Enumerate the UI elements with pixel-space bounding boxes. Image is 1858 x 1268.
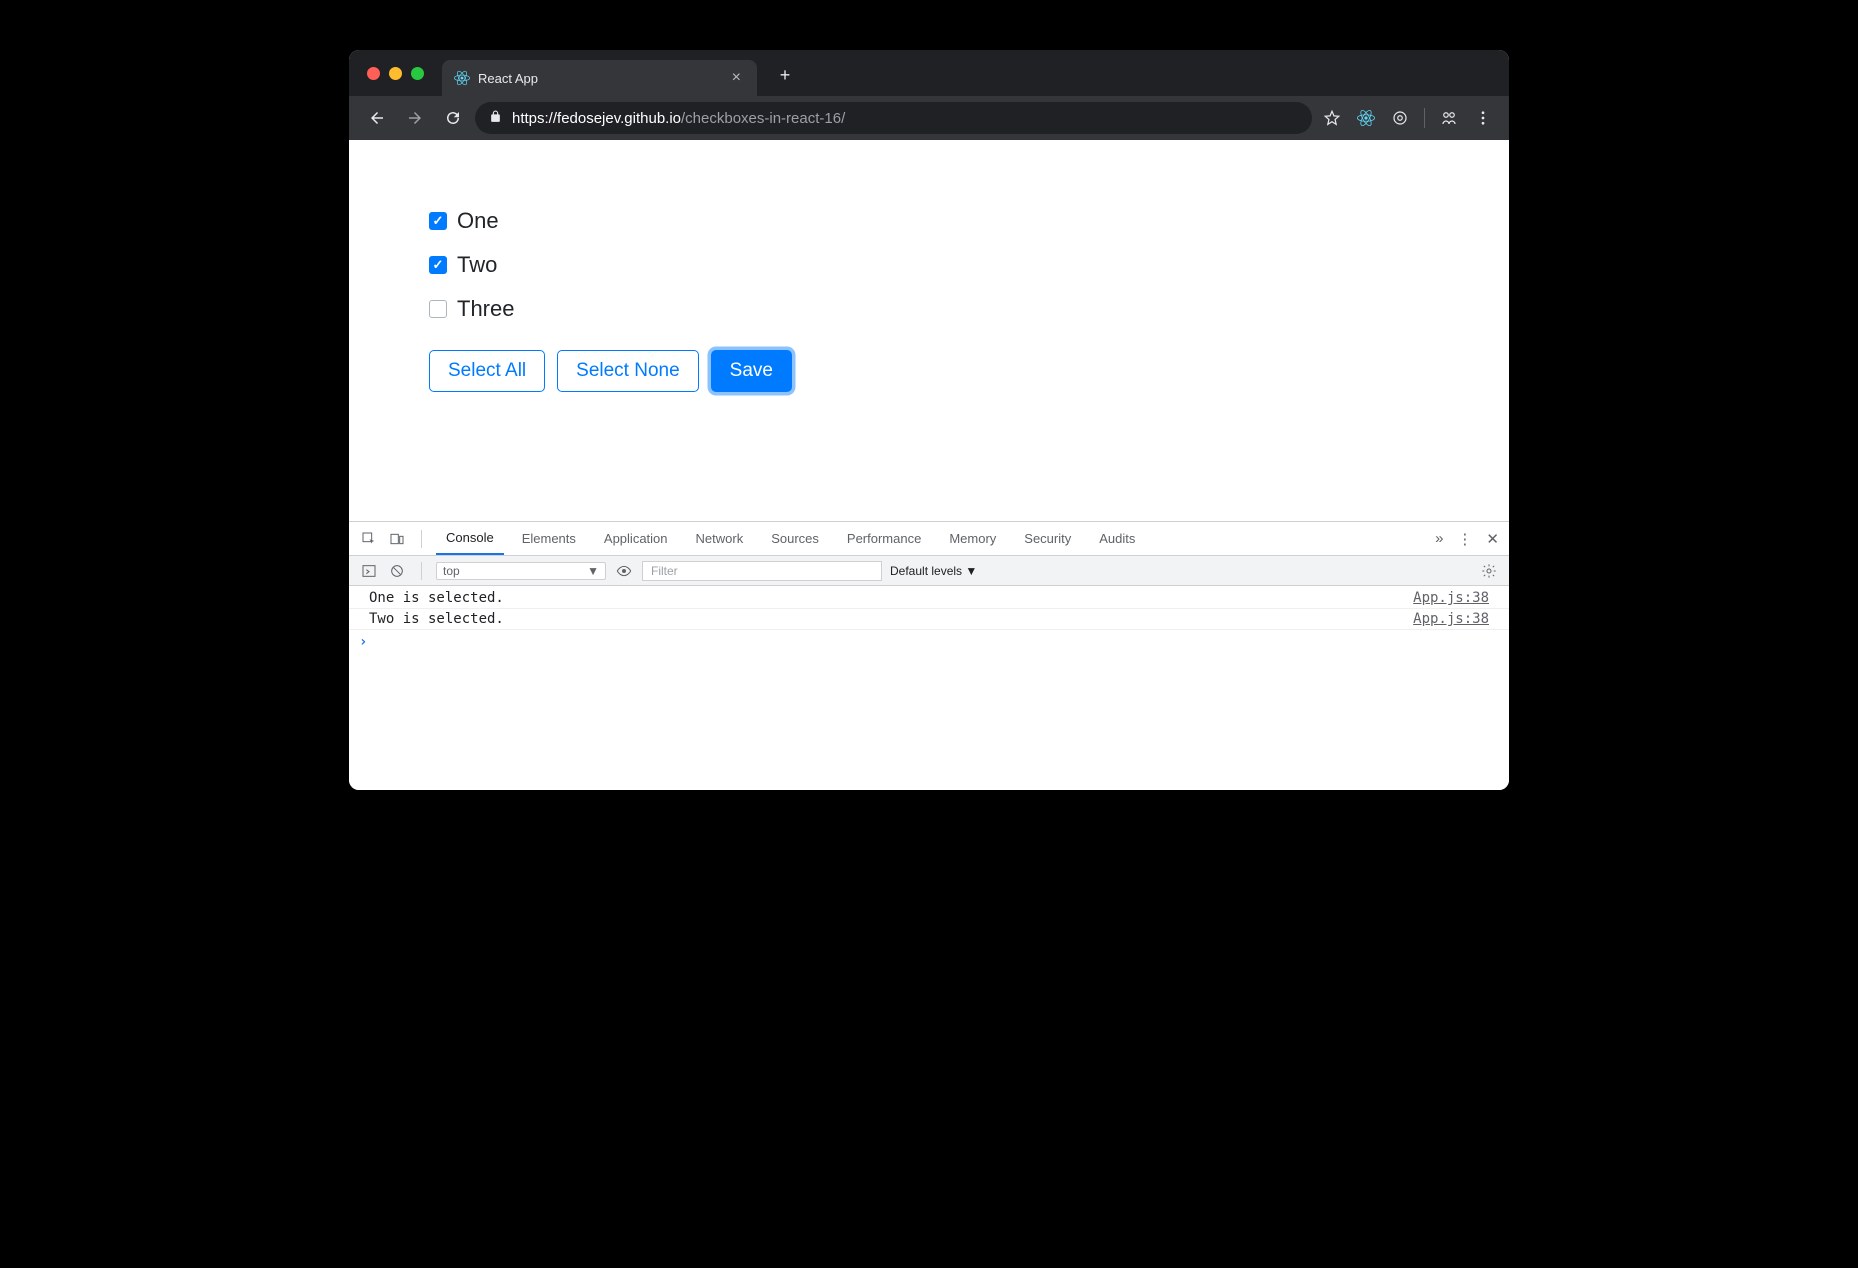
devtools-tab-network[interactable]: Network xyxy=(686,523,754,554)
devtools-menu-icon[interactable]: ⋮ xyxy=(1457,530,1472,548)
checkbox-one[interactable] xyxy=(429,212,447,230)
address-bar-row: https://fedosejev.github.io/checkboxes-i… xyxy=(349,96,1509,140)
window-close-button[interactable] xyxy=(367,67,380,80)
react-icon xyxy=(454,70,470,86)
tab-bar: React App × + xyxy=(349,50,1509,96)
page-content: One Two Three Select All Select None Sav… xyxy=(349,140,1509,521)
extension-icon[interactable] xyxy=(1386,104,1414,132)
window-maximize-button[interactable] xyxy=(411,67,424,80)
url-bar[interactable]: https://fedosejev.github.io/checkboxes-i… xyxy=(475,102,1312,134)
reload-button[interactable] xyxy=(437,102,469,134)
divider xyxy=(421,530,422,548)
console-line: One is selected. App.js:38 xyxy=(349,588,1509,609)
devtools-tab-security[interactable]: Security xyxy=(1014,523,1081,554)
lock-icon xyxy=(489,110,502,127)
inspect-element-icon[interactable] xyxy=(359,529,379,549)
save-button[interactable]: Save xyxy=(711,350,792,392)
console-prompt[interactable]: › xyxy=(349,630,1509,654)
devtools-tab-memory[interactable]: Memory xyxy=(939,523,1006,554)
back-button[interactable] xyxy=(361,102,393,134)
bookmark-star-icon[interactable] xyxy=(1318,104,1346,132)
checkbox-label[interactable]: Three xyxy=(457,296,514,322)
new-tab-button[interactable]: + xyxy=(771,61,799,89)
browser-menu-icon[interactable] xyxy=(1469,104,1497,132)
select-all-button[interactable]: Select All xyxy=(429,350,545,392)
checkbox-label[interactable]: One xyxy=(457,208,499,234)
select-none-button[interactable]: Select None xyxy=(557,350,699,392)
traffic-lights xyxy=(367,67,424,80)
console-line: Two is selected. App.js:38 xyxy=(349,609,1509,630)
react-devtools-icon[interactable] xyxy=(1352,104,1380,132)
checkbox-three[interactable] xyxy=(429,300,447,318)
tab-title: React App xyxy=(478,71,728,86)
console-sidebar-toggle-icon[interactable] xyxy=(359,561,379,581)
devtools-panel: Console Elements Application Network Sou… xyxy=(349,521,1509,790)
devtools-tabs: Console Elements Application Network Sou… xyxy=(349,522,1509,556)
console-message: Two is selected. xyxy=(369,611,1413,627)
console-toolbar: top▼ Filter Default levels ▼ xyxy=(349,556,1509,586)
clear-console-icon[interactable] xyxy=(387,561,407,581)
profile-icon[interactable] xyxy=(1435,104,1463,132)
browser-window: React App × + https://fedosejev.github.i… xyxy=(349,50,1509,790)
browser-tab[interactable]: React App × xyxy=(442,60,757,96)
console-message: One is selected. xyxy=(369,590,1413,606)
console-settings-icon[interactable] xyxy=(1479,561,1499,581)
checkbox-row-three: Three xyxy=(429,296,1429,322)
divider xyxy=(421,562,422,580)
more-tabs-icon[interactable]: » xyxy=(1435,530,1443,547)
url-text: https://fedosejev.github.io/checkboxes-i… xyxy=(512,110,845,127)
filter-input[interactable]: Filter xyxy=(642,561,882,581)
checkbox-label[interactable]: Two xyxy=(457,252,497,278)
console-output: One is selected. App.js:38 Two is select… xyxy=(349,586,1509,790)
context-select[interactable]: top▼ xyxy=(436,562,606,580)
checkbox-row-two: Two xyxy=(429,252,1429,278)
devtools-tab-sources[interactable]: Sources xyxy=(761,523,829,554)
window-minimize-button[interactable] xyxy=(389,67,402,80)
device-toolbar-icon[interactable] xyxy=(387,529,407,549)
button-row: Select All Select None Save xyxy=(429,350,1429,392)
console-source-link[interactable]: App.js:38 xyxy=(1413,590,1489,606)
forward-button[interactable] xyxy=(399,102,431,134)
devtools-tab-performance[interactable]: Performance xyxy=(837,523,931,554)
checkbox-two[interactable] xyxy=(429,256,447,274)
devtools-tab-elements[interactable]: Elements xyxy=(512,523,586,554)
extension-divider xyxy=(1424,108,1425,128)
devtools-close-icon[interactable]: ✕ xyxy=(1486,530,1499,548)
console-source-link[interactable]: App.js:38 xyxy=(1413,611,1489,627)
devtools-tab-console[interactable]: Console xyxy=(436,522,504,555)
devtools-tab-audits[interactable]: Audits xyxy=(1089,523,1145,554)
checkbox-row-one: One xyxy=(429,208,1429,234)
devtools-tab-application[interactable]: Application xyxy=(594,523,678,554)
live-expression-icon[interactable] xyxy=(614,561,634,581)
log-levels-select[interactable]: Default levels ▼ xyxy=(890,564,977,578)
tab-close-icon[interactable]: × xyxy=(728,69,745,87)
